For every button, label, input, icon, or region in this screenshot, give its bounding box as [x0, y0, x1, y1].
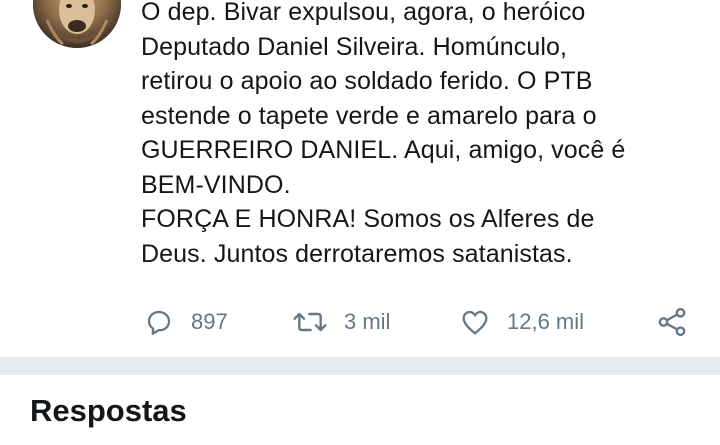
- like-count: 12,6 mil: [507, 309, 585, 334]
- like-icon: [459, 306, 491, 338]
- retweet-count: 3 mil: [344, 309, 391, 334]
- tweet-text: O dep. Bivar expulsou, agora, o heróico …: [141, 0, 626, 268]
- reply-count: 897: [191, 309, 228, 334]
- tweet-detail-page: O dep. Bivar expulsou, agora, o heróico …: [0, 0, 720, 445]
- retweet-icon: [292, 306, 328, 338]
- share-button[interactable]: [655, 298, 689, 346]
- retweet-button[interactable]: 3 mil: [292, 298, 390, 346]
- section-divider: [0, 357, 720, 375]
- tweet-actions-bar: 897 3 mil 12,6 mil: [0, 298, 720, 346]
- share-icon: [655, 305, 689, 339]
- avatar[interactable]: [33, 0, 121, 48]
- reply-icon: [143, 306, 175, 338]
- replies-heading: Respostas: [30, 393, 187, 428]
- lion-avatar-icon: [33, 0, 121, 48]
- like-button[interactable]: 12,6 mil: [459, 298, 584, 346]
- reply-button[interactable]: 897: [143, 298, 228, 346]
